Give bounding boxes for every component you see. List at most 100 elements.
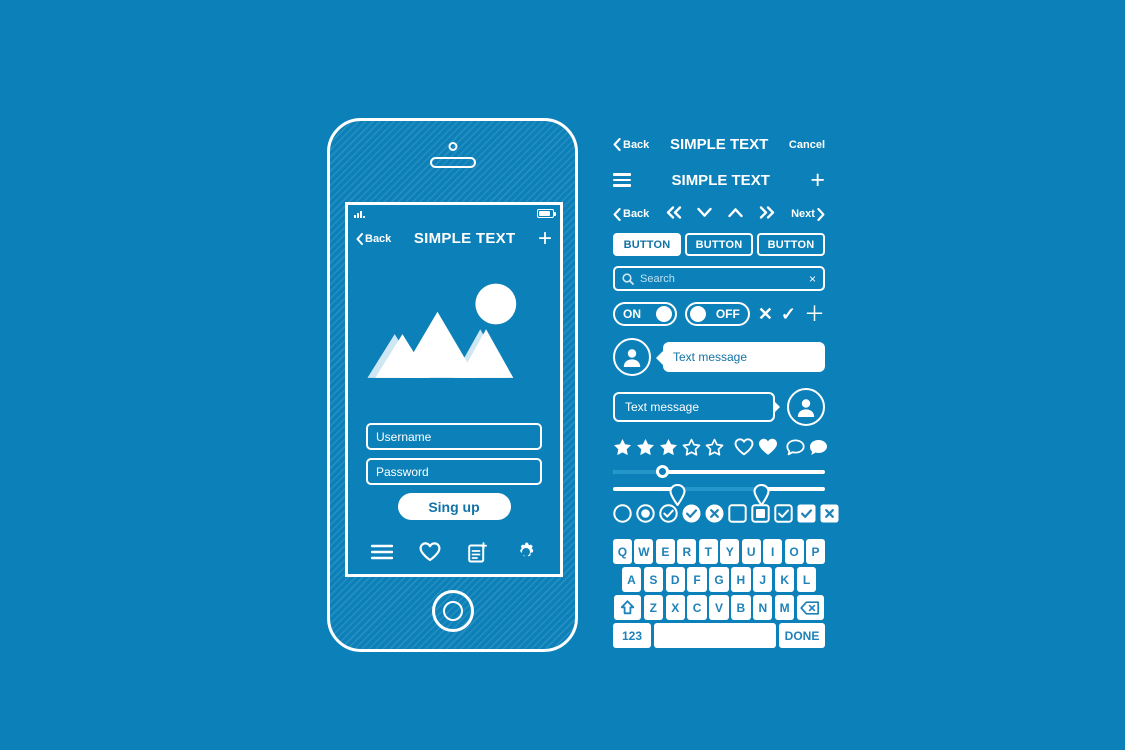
toggle-off-label: OFF: [715, 307, 740, 321]
backspace-icon[interactable]: [796, 595, 824, 620]
kit-add-button[interactable]: +: [810, 167, 825, 193]
circle-check-filled[interactable]: [682, 504, 701, 528]
key-b[interactable]: B: [731, 595, 751, 620]
key-s[interactable]: S: [643, 567, 664, 592]
heart-outline-icon[interactable]: [734, 438, 754, 461]
radio-selected[interactable]: [636, 504, 655, 528]
star-filled-icon[interactable]: [636, 438, 655, 461]
message-text-outgoing: Text message: [625, 400, 700, 414]
key-q[interactable]: Q: [612, 539, 632, 564]
key-h[interactable]: H: [731, 567, 751, 592]
check-icon[interactable]: ✓: [781, 305, 796, 323]
navbar-with-menu: SIMPLE TEXT +: [613, 161, 825, 199]
star-outline-icon[interactable]: [705, 438, 724, 461]
key-g[interactable]: G: [709, 567, 729, 592]
key-n[interactable]: N: [753, 595, 773, 620]
button-1[interactable]: BUTTON: [613, 233, 681, 256]
toggle-on-label: ON: [623, 307, 641, 321]
done-key[interactable]: DONE: [779, 623, 825, 648]
numbers-key[interactable]: 123: [613, 623, 651, 648]
hamburger-icon[interactable]: [613, 170, 631, 190]
range-slider[interactable]: [613, 483, 825, 507]
ui-kit-column: Back SIMPLE TEXT Cancel SIMPLE TEXT + Ba…: [612, 128, 839, 651]
checkbox-cross-filled[interactable]: [820, 504, 839, 528]
radio-empty[interactable]: [613, 504, 632, 528]
kit-title-a: SIMPLE TEXT: [669, 136, 769, 153]
phone-back-button[interactable]: Back: [356, 232, 391, 245]
key-y[interactable]: Y: [720, 539, 740, 564]
plus-icon[interactable]: ＋: [804, 304, 825, 325]
key-m[interactable]: M: [774, 595, 795, 620]
key-k[interactable]: K: [774, 567, 795, 592]
space-key[interactable]: [654, 623, 776, 648]
key-u[interactable]: U: [741, 539, 761, 564]
heart-icon[interactable]: [419, 542, 441, 562]
key-o[interactable]: O: [784, 539, 804, 564]
next-button[interactable]: Next: [791, 207, 825, 221]
key-f[interactable]: F: [687, 567, 707, 592]
key-w[interactable]: W: [634, 539, 654, 564]
search-field[interactable]: Search ×: [613, 266, 825, 291]
key-p[interactable]: P: [806, 539, 826, 564]
key-v[interactable]: V: [709, 595, 729, 620]
chat-outline-icon[interactable]: [786, 439, 805, 461]
single-slider[interactable]: [613, 465, 825, 478]
hero-illustration: [348, 255, 560, 423]
chat-filled-icon[interactable]: [809, 439, 828, 461]
key-d[interactable]: D: [665, 567, 685, 592]
circle-cross-filled[interactable]: [705, 504, 724, 528]
keyboard-row-3: Z X C V B N M: [613, 595, 825, 620]
first-page-icon[interactable]: [665, 206, 682, 222]
button-3[interactable]: BUTTON: [757, 233, 825, 256]
toggle-off[interactable]: OFF: [685, 302, 750, 326]
close-x-icon[interactable]: ✕: [758, 305, 773, 323]
keyboard-row-4: 123 DONE: [613, 623, 825, 648]
circle-check-outline[interactable]: [659, 504, 678, 528]
home-button[interactable]: [431, 590, 474, 632]
range-handle-low[interactable]: [669, 483, 686, 507]
message-bubble-outgoing[interactable]: Text message: [613, 392, 780, 422]
key-z[interactable]: Z: [643, 595, 664, 620]
slider-handle[interactable]: [655, 465, 669, 478]
message-text-incoming: Text message: [673, 350, 748, 364]
gear-icon[interactable]: [515, 541, 537, 563]
chevron-down-icon[interactable]: [697, 207, 713, 221]
password-placeholder: Password: [376, 464, 429, 479]
message-bubble-incoming[interactable]: Text message: [656, 342, 825, 372]
new-document-icon[interactable]: [467, 541, 489, 563]
star-filled-icon[interactable]: [613, 438, 632, 461]
key-e[interactable]: E: [655, 539, 675, 564]
last-page-icon[interactable]: [759, 206, 776, 222]
menu-icon[interactable]: [371, 544, 394, 560]
cancel-button[interactable]: Cancel: [789, 139, 825, 151]
checkbox-filled-box[interactable]: [751, 504, 770, 528]
star-outline-icon[interactable]: [682, 438, 701, 461]
key-r[interactable]: R: [677, 539, 697, 564]
key-l[interactable]: L: [796, 567, 817, 592]
password-input[interactable]: Password: [366, 458, 542, 485]
pager-back-button[interactable]: Back: [613, 207, 649, 221]
kit-back-button[interactable]: Back: [613, 138, 649, 151]
star-filled-icon[interactable]: [659, 438, 678, 461]
shift-icon[interactable]: [614, 595, 642, 620]
key-x[interactable]: X: [665, 595, 685, 620]
checkbox-check-outline[interactable]: [774, 504, 793, 528]
key-t[interactable]: T: [698, 539, 718, 564]
toggle-on[interactable]: ON: [613, 302, 678, 326]
key-a[interactable]: A: [621, 567, 642, 592]
chevron-up-icon[interactable]: [728, 207, 743, 221]
clear-search-icon[interactable]: ×: [809, 272, 816, 286]
sign-up-button[interactable]: Sing up: [397, 493, 511, 520]
heart-filled-icon[interactable]: [758, 438, 778, 461]
checkbox-empty[interactable]: [728, 504, 747, 528]
username-input[interactable]: Username: [366, 423, 542, 450]
keyboard-row-2: A S D F G H J K L: [613, 567, 825, 592]
checkbox-check-filled[interactable]: [797, 504, 816, 528]
key-c[interactable]: C: [687, 595, 707, 620]
toggle-off-knob: [690, 306, 707, 322]
phone-add-button[interactable]: +: [538, 226, 552, 251]
key-i[interactable]: I: [763, 539, 783, 564]
range-handle-high[interactable]: [753, 483, 770, 507]
key-j[interactable]: J: [753, 567, 773, 592]
button-2[interactable]: BUTTON: [685, 233, 753, 256]
